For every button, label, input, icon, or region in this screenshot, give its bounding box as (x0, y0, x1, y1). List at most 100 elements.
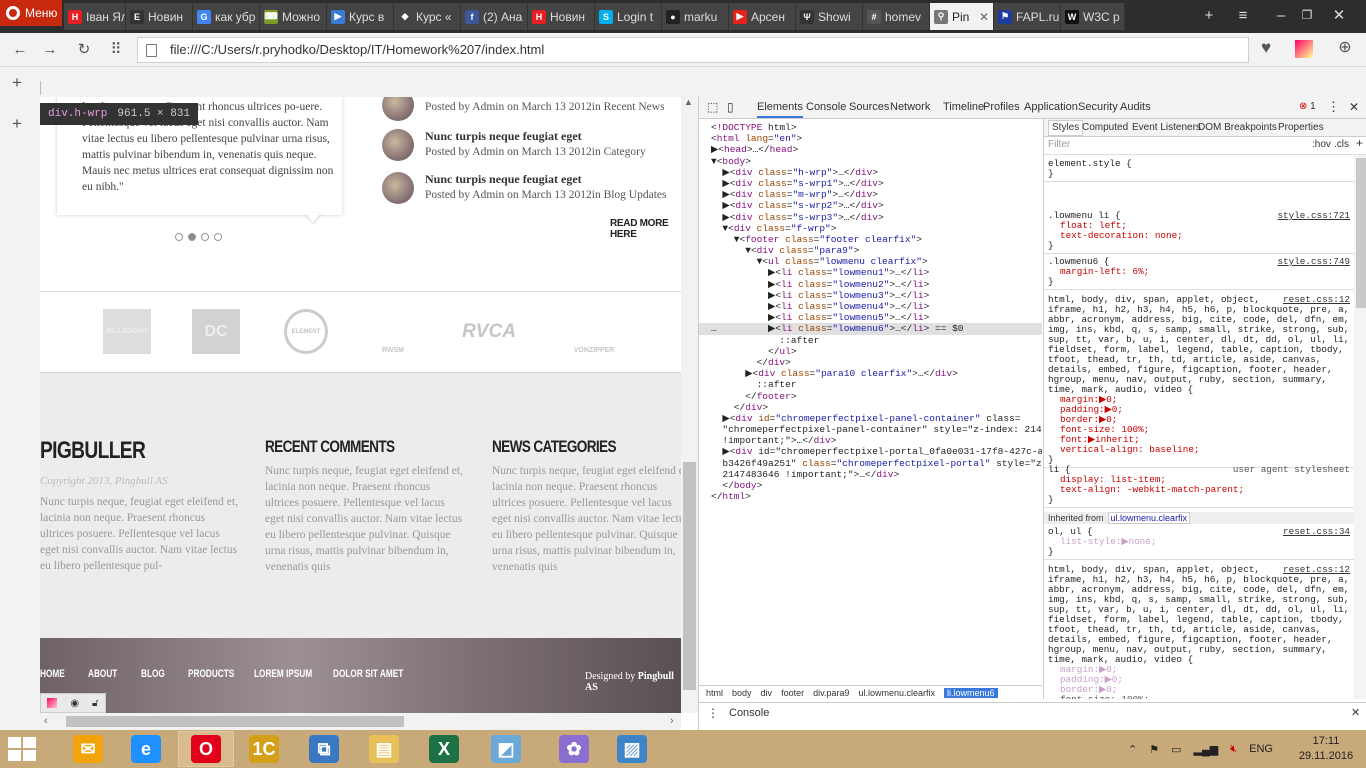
maximize-icon[interactable]: ❐ (1296, 0, 1318, 30)
cls-toggle[interactable]: .cls (1334, 140, 1349, 150)
dom-node-line[interactable]: ▶<div class="s-wrp1">…</div> (699, 178, 1042, 189)
styles-subtab[interactable]: DOM Breakpoints (1198, 123, 1277, 133)
dom-node-line[interactable]: ▼<div class="f-wrp"> (699, 223, 1042, 234)
browser-tab[interactable]: H Новин (528, 3, 595, 30)
dom-node-line[interactable]: … ▶<li class="lowmenu6">…</li> == $0 (699, 323, 1042, 335)
browser-tab[interactable]: ⚑ FAPL.ru (994, 3, 1061, 30)
downloads-icon[interactable]: ⊕ (1335, 39, 1355, 57)
dom-node-line[interactable]: ▶<div id="chromeperfectpixel-panel-conta… (699, 413, 1042, 424)
tab-menu-icon[interactable]: ≡ (1232, 0, 1254, 30)
console-close-icon[interactable]: ✕ (1351, 706, 1360, 719)
footer-nav-blog[interactable]: BLOG (141, 668, 165, 680)
error-badge-icon[interactable]: ⊗ 1 (1299, 101, 1316, 112)
dom-node-line[interactable]: ▼<ul class="lowmenu clearfix"> (699, 256, 1042, 267)
dom-node-line[interactable]: ::after (699, 379, 1042, 390)
rule-source-link[interactable]: reset.css:34 (1283, 527, 1350, 537)
styles-subtab[interactable]: Styles (1048, 120, 1084, 136)
browser-tab[interactable]: S Login t (595, 3, 662, 30)
dom-node-line[interactable]: ▶<div class="para10 clearfix">…</div> (699, 368, 1042, 379)
taskbar-app-1c[interactable]: 1С (236, 731, 292, 767)
dom-node-line[interactable]: ▼<body> (699, 156, 1042, 167)
bookmark-heart-icon[interactable]: ♥ (1256, 39, 1276, 57)
taskbar-app-photos[interactable]: ▨ (604, 731, 660, 767)
browser-tab[interactable]: ⚲ Pin ✕ (930, 3, 994, 30)
eye-icon[interactable]: ◉ (70, 698, 79, 709)
device-toolbar-icon[interactable]: ▯ (727, 100, 734, 114)
dom-node-line[interactable]: 2147483646 !important;">…</div> (699, 469, 1042, 480)
style-rule[interactable]: style.css:721 .lowmenu li {float: left; te… (1044, 209, 1354, 254)
perfectpixel-icon[interactable] (47, 698, 58, 708)
browser-tab[interactable]: Ψ Showi (796, 3, 863, 30)
footer-nav-home[interactable]: HOME (40, 668, 65, 680)
browser-tab[interactable]: H Іван Ял (64, 3, 126, 30)
dom-node-line[interactable]: ▶<div class="s-wrp2">…</div> (699, 200, 1042, 211)
dom-node-line[interactable]: <html lang="en"> (699, 133, 1042, 144)
speed-dial-icon[interactable]: ⠿ (106, 41, 126, 59)
style-rule[interactable]: element.style {} (1044, 157, 1354, 182)
devtools-tab-console[interactable]: Console (806, 101, 846, 113)
devtools-menu-icon[interactable]: ⋮ (1327, 99, 1340, 115)
devtools-tab-audits[interactable]: Audits (1120, 101, 1151, 113)
add-bookmark-icon[interactable]: + (12, 73, 22, 93)
dom-node-line[interactable]: ▼<footer class="footer clearfix"> (699, 234, 1042, 245)
dom-node-line[interactable]: ▶<div class="h-wrp">…</div> (699, 167, 1042, 178)
devtools-tab-sources[interactable]: Sources (849, 101, 889, 113)
rule-property[interactable]: text-decoration: none; (1048, 231, 1350, 241)
minimize-icon[interactable]: – (1270, 0, 1292, 30)
footer-nav-lorem[interactable]: LOREM IPSUM (254, 668, 312, 680)
hov-toggle[interactable]: :hov (1312, 140, 1331, 150)
taskbar-app-excel[interactable]: X (416, 731, 472, 767)
browser-tab[interactable]: f (2) Ана (461, 3, 528, 30)
devtools-tab-profiles[interactable]: Profiles (983, 101, 1020, 113)
slider-dot[interactable] (201, 233, 209, 241)
slider-dot-active[interactable] (188, 233, 196, 241)
rule-source-link[interactable]: style.css:749 (1277, 257, 1350, 267)
devtools-tab-timeline[interactable]: Timeline (943, 101, 984, 113)
taskbar-app-ie[interactable]: e (118, 731, 174, 767)
language-indicator[interactable]: ENG (1249, 743, 1273, 755)
taskbar-app-remote[interactable]: ⧉ (296, 731, 352, 767)
footer-nav-products[interactable]: PRODUCTS (188, 668, 234, 680)
browser-tab[interactable]: Gкак убр (193, 3, 260, 30)
dom-node-line[interactable]: </body> (699, 480, 1042, 491)
dom-node-line[interactable]: ::after (699, 335, 1042, 346)
rule-property[interactable]: margin-left: 6%; (1048, 267, 1350, 277)
scroll-up-icon[interactable]: ▲ (684, 97, 693, 107)
style-rule[interactable]: reset.css:34 ol, ul {list-style:▶none;} (1044, 525, 1354, 560)
taskbar-app-opera[interactable]: O (178, 731, 234, 767)
scroll-right-icon[interactable]: › (670, 715, 674, 727)
breadcrumb-item[interactable]: div (761, 688, 773, 698)
post-item-3[interactable]: Nunc turpis neque feugiat eget Posted by … (382, 172, 681, 206)
inherited-from-link[interactable]: ul.lowmenu.clearfix (1107, 512, 1191, 524)
back-icon[interactable]: ← (10, 41, 30, 59)
add-rule-icon[interactable]: + (1356, 137, 1363, 149)
dom-node-line[interactable]: ▶<li class="lowmenu4">…</li> (699, 301, 1042, 312)
scroll-thumb[interactable] (683, 462, 696, 690)
slider-dot[interactable] (175, 233, 183, 241)
network-icon[interactable]: ▂▄▆ (1194, 743, 1219, 756)
styles-scrollbar[interactable] (1354, 155, 1366, 699)
scroll-thumb[interactable] (66, 716, 404, 727)
browser-tab[interactable]: ◆ Курс « (394, 3, 461, 30)
page-horizontal-scrollbar[interactable]: ‹ › (40, 713, 681, 730)
slider-dot[interactable] (214, 233, 222, 241)
taskbar-app-notes[interactable]: ◩ (478, 731, 534, 767)
devtools-tab-elements[interactable]: Elements (757, 101, 803, 118)
rule-property[interactable]: vertical-align: baseline; (1048, 445, 1350, 455)
style-rule[interactable]: style.css:749 .lowmenu6 {margin-left: 6%;… (1044, 255, 1354, 290)
dom-node-line[interactable]: "chromeperfectpixel-panel-container" sty… (699, 424, 1042, 435)
breadcrumb-item[interactable]: html (706, 688, 723, 698)
devtools-tab-network[interactable]: Network (890, 101, 930, 113)
console-tab[interactable]: Console (729, 707, 769, 719)
start-button-icon[interactable] (8, 737, 36, 761)
lock-icon[interactable]: 🔓︎ (92, 698, 98, 709)
styles-subtab[interactable]: Event Listeners (1132, 123, 1201, 133)
scroll-left-icon[interactable]: ‹ (44, 715, 48, 727)
rule-property[interactable]: font-size: 100%; (1048, 695, 1350, 700)
styles-subtab[interactable]: Computed (1082, 123, 1128, 133)
taskbar-app-outlook[interactable]: ✉ (60, 731, 116, 767)
rule-property[interactable]: list-style:▶none; (1048, 537, 1350, 547)
styles-subtab[interactable]: Properties (1278, 123, 1324, 133)
browser-tab[interactable]: ⌨ Можно (260, 3, 327, 30)
inspect-element-icon[interactable]: ⬚ (707, 100, 718, 114)
